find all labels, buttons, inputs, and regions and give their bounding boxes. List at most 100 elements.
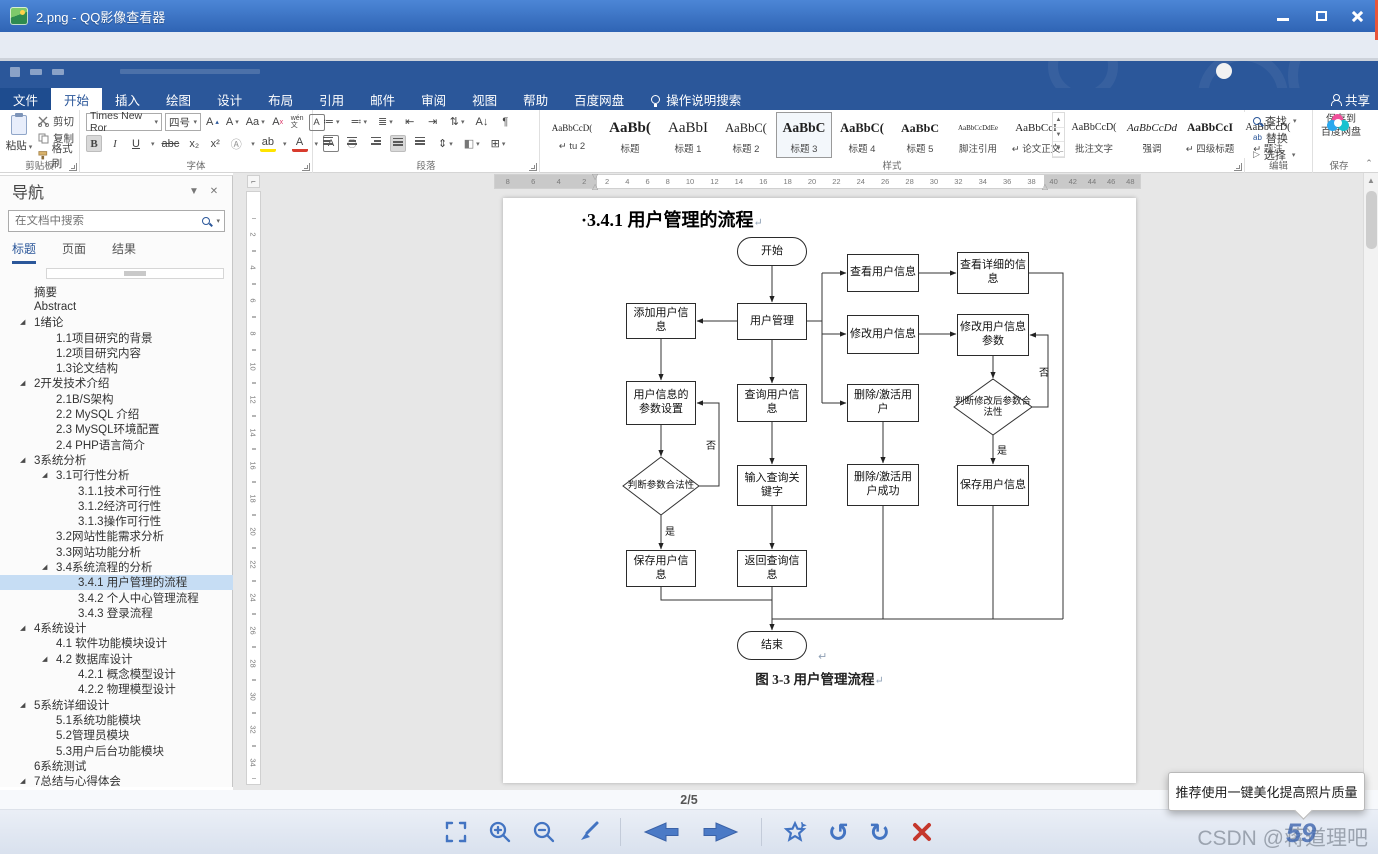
cut-button[interactable]: 剪切 [38, 114, 79, 129]
borders-button[interactable]: ⊞▾ [489, 135, 508, 152]
nav-outline-item[interactable]: ◢ 2开发技术介绍 [0, 376, 233, 391]
font-name-combo[interactable]: Times New Ror▾ [86, 113, 162, 131]
change-case-button[interactable]: Aa▾ [244, 114, 267, 131]
justify-button[interactable] [390, 135, 406, 152]
nav-outline-item[interactable]: ◢ 1.1项目研究的背景 [0, 330, 233, 345]
collapse-arrow-icon[interactable]: ◢ [42, 471, 52, 479]
save-to-baidu-button[interactable]: 保存到 百度网盘 [1319, 114, 1363, 139]
multilevel-list-button[interactable]: ≣▾ [376, 113, 395, 130]
distribute-button[interactable] [413, 135, 429, 152]
nav-horizontal-scrollbar[interactable] [46, 268, 224, 279]
font-color-button[interactable]: A [292, 135, 308, 152]
ribbon-tab[interactable]: 开始 [51, 88, 102, 110]
nav-outline-item[interactable]: ◢ 4.1 软件功能模块设计 [0, 636, 233, 651]
previous-image-button[interactable] [641, 819, 681, 845]
share-button[interactable]: 共享 [1330, 88, 1370, 110]
nav-outline-item[interactable]: ◢ 3.4.3 登录流程 [0, 605, 233, 620]
style-item[interactable]: AaBbCcDd 强调 [1124, 112, 1180, 158]
bullets-button[interactable]: ≔▾ [321, 113, 342, 130]
close-button[interactable] [1351, 10, 1364, 23]
zoom-out-button[interactable] [532, 820, 556, 844]
grow-font-button[interactable]: A▴ [204, 114, 221, 131]
gallery-more-button[interactable]: ▼̲ [1053, 142, 1064, 157]
styles-dialog-launcher[interactable] [1234, 163, 1242, 171]
nav-outline-item[interactable]: ◢ 2.4 PHP语言简介 [0, 437, 233, 452]
align-right-button[interactable] [367, 135, 383, 152]
ribbon-tab[interactable]: 插入 [102, 88, 153, 110]
maximize-button[interactable] [1313, 8, 1329, 24]
nav-outline-item[interactable]: ◢ 5.2管理员模块 [0, 728, 233, 743]
nav-outline-item[interactable]: ◢ 5.1系统功能模块 [0, 712, 233, 727]
style-item[interactable]: AaBbCcD( ↵ tu 2 [544, 112, 600, 158]
font-size-combo[interactable]: 四号▾ [165, 113, 201, 131]
collapse-arrow-icon[interactable]: ◢ [20, 701, 30, 709]
nav-outline-item[interactable]: ◢ 1绪论 [0, 315, 233, 330]
highlight-color-button[interactable]: ab [260, 135, 276, 152]
nav-outline-item[interactable]: ◢ 3.4.2 个人中心管理流程 [0, 590, 233, 605]
nav-outline-item[interactable]: ◢ 2.2 MySQL 介绍 [0, 406, 233, 421]
ribbon-tab[interactable]: 布局 [255, 88, 306, 110]
word-scrollbar[interactable]: ▲ [1363, 173, 1378, 793]
align-center-button[interactable] [344, 135, 360, 152]
nav-outline-item[interactable]: ◢ 摘要 [0, 284, 233, 299]
rotate-left-button[interactable]: ↺ [828, 820, 849, 845]
nav-outline-item[interactable]: ◢ 7总结与心得体会 [0, 774, 233, 787]
brush-edit-button[interactable] [576, 820, 600, 844]
tell-me-search[interactable]: 操作说明搜索 [651, 88, 741, 110]
nav-outline-item[interactable]: ◢ 4系统设计 [0, 621, 233, 636]
font-dialog-launcher[interactable] [302, 163, 310, 171]
left-indent-marker[interactable]: △ [592, 183, 598, 191]
collapse-arrow-icon[interactable]: ◢ [20, 777, 30, 785]
ribbon-tab[interactable]: 设计 [204, 88, 255, 110]
ribbon-tab[interactable]: 审阅 [408, 88, 459, 110]
scroll-up-icon[interactable]: ▲ [1364, 173, 1378, 188]
search-icon[interactable] [202, 217, 210, 225]
ribbon-tab[interactable]: 邮件 [357, 88, 408, 110]
style-item[interactable]: AaBbCcD( 批注文字 [1066, 112, 1122, 158]
nav-outline-item[interactable]: ◢ 3.1可行性分析 [0, 468, 233, 483]
next-image-button[interactable] [701, 819, 741, 845]
fit-screen-button[interactable] [444, 820, 468, 844]
horizontal-ruler[interactable]: 8642 2468101214161820222426283032343638 … [495, 175, 1140, 188]
collapse-arrow-icon[interactable]: ◢ [42, 655, 52, 663]
scrollbar-thumb[interactable] [1366, 191, 1377, 249]
style-item[interactable]: AaBbC 标题 3 [776, 112, 832, 158]
clear-format-button[interactable]: Ax [270, 114, 286, 131]
shading-button[interactable]: ◧▾ [462, 135, 482, 152]
nav-outline-item[interactable]: ◢ 3.1.2经济可行性 [0, 498, 233, 513]
search-dropdown-icon[interactable]: ▾ [216, 217, 220, 225]
show-marks-button[interactable]: ¶ [497, 113, 513, 130]
shrink-font-button[interactable]: A▾ [224, 114, 241, 131]
tab-selector-button[interactable]: ⌐ [247, 175, 260, 188]
collapse-arrow-icon[interactable]: ◢ [20, 624, 30, 632]
italic-button[interactable]: I [107, 135, 123, 152]
nav-tab[interactable]: 结果 [112, 240, 136, 264]
ribbon-tab[interactable]: 百度网盘 [561, 88, 637, 110]
style-item[interactable]: AaBbI 标题 1 [660, 112, 716, 158]
collapse-arrow-icon[interactable]: ◢ [42, 563, 52, 571]
nav-outline-item[interactable]: ◢ 4.2 数据库设计 [0, 651, 233, 666]
account-avatar[interactable] [1216, 63, 1232, 79]
ribbon-tab[interactable]: 文件 [0, 88, 51, 110]
ribbon-tab[interactable]: 引用 [306, 88, 357, 110]
collapse-arrow-icon[interactable]: ◢ [20, 379, 30, 387]
nav-outline-item[interactable]: ◢ 3.1.3操作可行性 [0, 513, 233, 528]
style-item[interactable]: AaBbC( 标题 4 [834, 112, 890, 158]
nav-outline-item[interactable]: ◢ 4.2.1 概念模型设计 [0, 666, 233, 681]
nav-tab[interactable]: 页面 [62, 240, 86, 264]
ribbon-tab[interactable]: 绘图 [153, 88, 204, 110]
style-item[interactable]: AaBbCcI ↵ 四级标题 [1182, 112, 1238, 158]
bold-button[interactable]: B [86, 135, 102, 152]
nav-outline-item[interactable]: ◢ 3.2网站性能需求分析 [0, 529, 233, 544]
nav-outline-item[interactable]: ◢ 2.3 MySQL环境配置 [0, 422, 233, 437]
numbering-button[interactable]: ≕▾ [349, 113, 370, 130]
search-input[interactable] [9, 215, 202, 227]
text-effects-button[interactable]: Ⓐ [228, 135, 244, 152]
nav-tab[interactable]: 标题 [12, 240, 36, 264]
nav-outline-item[interactable]: ◢ 4.2.2 物理模型设计 [0, 682, 233, 697]
clipboard-dialog-launcher[interactable] [69, 163, 77, 171]
nav-outline-item[interactable]: ◢ 5.3用户后台功能模块 [0, 743, 233, 758]
beautify-button[interactable] [782, 819, 808, 845]
ribbon-tab[interactable]: 视图 [459, 88, 510, 110]
rotate-right-button[interactable]: ↻ [869, 820, 890, 845]
